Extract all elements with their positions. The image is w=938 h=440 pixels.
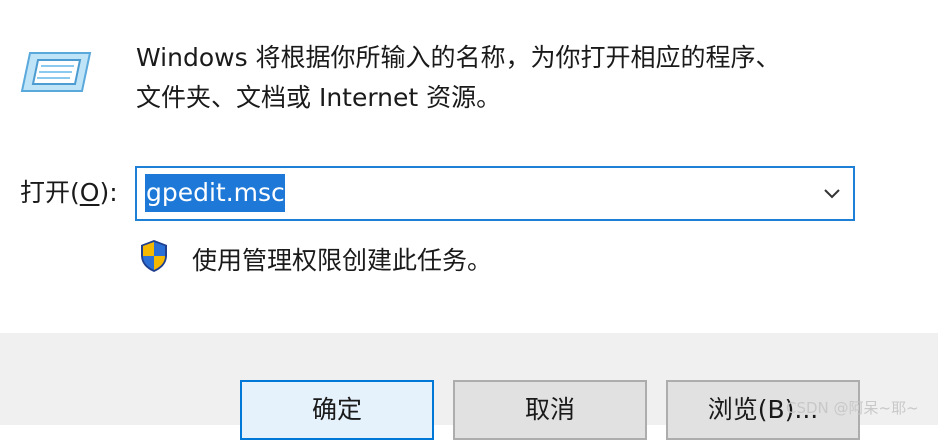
dialog-description: Windows 将根据你所输入的名称，为你打开相应的程序、 文件夹、文档或 In…	[136, 38, 916, 118]
open-label-suffix: ):	[99, 178, 118, 207]
uac-shield-icon	[141, 240, 167, 272]
chevron-down-icon[interactable]	[817, 176, 847, 210]
watermark: CSDN @阿呆~耶~	[786, 399, 919, 417]
description-line-2: 文件夹、文档或 Internet 资源。	[136, 83, 502, 112]
ok-button[interactable]: 确定	[240, 380, 434, 440]
description-line-1: Windows 将根据你所输入的名称，为你打开相应的程序、	[136, 43, 781, 72]
open-label-accesskey: O	[79, 178, 100, 207]
open-label-prefix: 打开(	[20, 178, 80, 207]
open-label: 打开(O):	[20, 173, 118, 213]
open-combobox[interactable]: gpedit.msc	[135, 166, 855, 221]
open-input[interactable]: gpedit.msc	[145, 174, 285, 212]
run-dialog-icon	[20, 52, 92, 92]
admin-privilege-note: 使用管理权限创建此任务。	[192, 246, 493, 275]
run-dialog-body: Windows 将根据你所输入的名称，为你打开相应的程序、 文件夹、文档或 In…	[0, 0, 938, 333]
cancel-button[interactable]: 取消	[453, 380, 647, 440]
